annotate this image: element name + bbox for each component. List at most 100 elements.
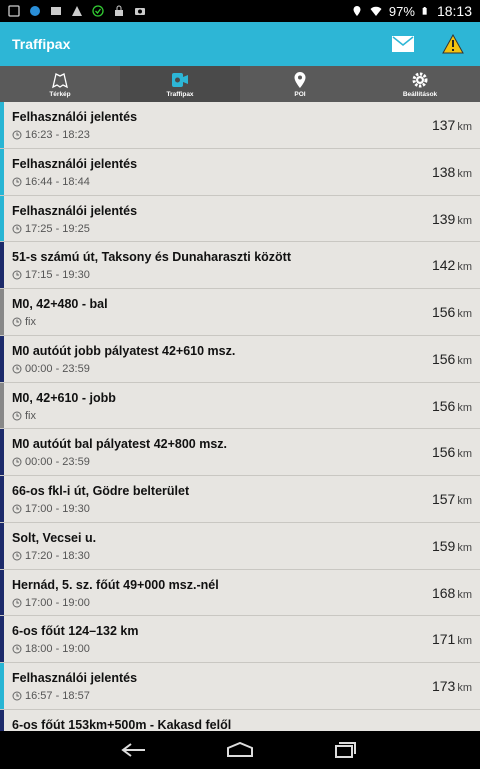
- map-icon: [52, 72, 68, 88]
- list-item[interactable]: 66-os fkl-i út, Gödre belterület 17:00 - …: [0, 476, 480, 523]
- item-title: 66-os fkl-i út, Gödre belterület: [12, 484, 190, 498]
- item-time-text: 17:25 - 19:25: [25, 222, 90, 235]
- list-item[interactable]: Hernád, 5. sz. főút 49+000 msz.-nél 17:00…: [0, 569, 480, 617]
- app-bar: Traffipax: [0, 22, 480, 66]
- list-item[interactable]: Felhasználói jelentés 17:25 - 19:25 139 km: [0, 195, 480, 243]
- distance-value: 173: [431, 678, 456, 694]
- clock-icon: [12, 457, 22, 467]
- category-color-bar: [0, 102, 4, 148]
- category-color-bar: [0, 335, 4, 382]
- item-time: 16:57 - 18:57: [12, 690, 90, 702]
- item-title: M0 autóút bal pályatest 42+800 msz.: [12, 437, 228, 452]
- item-time-text: 16:23 - 18:23: [25, 129, 90, 141]
- back-icon[interactable]: [121, 742, 151, 758]
- distance-unit: km: [457, 588, 472, 601]
- clock-icon: [12, 598, 22, 607]
- list-item[interactable]: M0 autóút bal pályatest 42+800 msz. 00:00…: [0, 429, 480, 476]
- item-time: 00:00 - 23:59: [12, 456, 90, 468]
- item-time-text: 16:44 - 18:44: [25, 175, 90, 188]
- category-color-bar: [0, 429, 4, 475]
- distance-unit: km: [457, 354, 472, 367]
- item-distance: 142 km: [432, 257, 472, 273]
- lock-icon: [115, 5, 123, 16]
- list-item[interactable]: 6-os főút 124–132 km 18:00 - 19:00 171 km: [0, 616, 480, 663]
- category-color-bar: [0, 148, 4, 195]
- location-icon: [353, 6, 361, 16]
- tab-settings[interactable]: Beállítások: [360, 66, 480, 102]
- clock-icon: [12, 270, 22, 280]
- tab-label: Traffipax: [166, 90, 194, 98]
- mail-icon[interactable]: [392, 36, 414, 52]
- item-time-text: fix: [25, 316, 36, 328]
- item-time: 16:44 - 18:44: [12, 176, 90, 188]
- item-distance: 171 km: [432, 631, 472, 647]
- distance-value: 171: [431, 631, 456, 648]
- app-title: Traffipax: [12, 36, 71, 52]
- clock-icon: [12, 224, 22, 233]
- distance-unit: km: [457, 308, 472, 320]
- item-time: 16:23 - 18:23: [12, 129, 90, 141]
- item-time: 17:20 - 18:30: [12, 550, 90, 562]
- tab-label: POI: [294, 90, 306, 98]
- category-color-bar: [0, 242, 4, 288]
- category-color-bar: [0, 663, 4, 709]
- item-time: 17:25 - 19:25: [12, 223, 90, 235]
- distance-unit: km: [457, 682, 472, 694]
- distance-unit: km: [457, 214, 472, 227]
- warning-icon: [72, 6, 82, 16]
- distance-unit: km: [457, 635, 472, 648]
- home-icon[interactable]: [225, 742, 255, 758]
- category-color-bar: [0, 569, 4, 616]
- item-title: M0, 42+480 - bal: [12, 297, 108, 311]
- speed-camera-icon: [172, 72, 188, 87]
- category-color-bar: [0, 476, 4, 522]
- tab-label: Beállítások: [402, 90, 438, 98]
- list-item[interactable]: Felhasználói jelentés 16:57 - 18:57 173 km: [0, 663, 480, 710]
- distance-value: 168: [431, 584, 456, 601]
- list-item[interactable]: M0 autóút jobb pályatest 42+610 msz. 00:0…: [0, 335, 480, 383]
- item-time: fix: [12, 316, 36, 328]
- recents-icon[interactable]: [329, 742, 359, 758]
- browser-icon: [30, 6, 40, 16]
- clock-icon: [12, 691, 22, 701]
- list-item[interactable]: M0, 42+610 - jobb fix 156 km: [0, 382, 480, 430]
- item-distance: 159 km: [432, 538, 472, 554]
- list-item[interactable]: Felhasználói jelentés 16:23 - 18:23 137 km: [0, 102, 480, 149]
- item-time-text: 17:15 - 19:30: [25, 269, 90, 282]
- list-item[interactable]: Felhasználói jelentés 16:44 - 18:44 138 km: [0, 148, 480, 196]
- list-item[interactable]: Solt, Vecsei u. 17:20 - 18:30 159 km: [0, 522, 480, 570]
- item-time-text: 18:00 - 19:00: [25, 643, 90, 656]
- item-time: 17:15 - 19:30: [12, 269, 90, 281]
- tab-traffipax[interactable]: Traffipax: [120, 66, 240, 102]
- item-title: 51-s számú út, Taksony és Dunaharaszti k…: [12, 250, 292, 265]
- item-time-text: fix: [25, 409, 36, 422]
- distance-value: 156: [431, 444, 456, 461]
- clock-icon: [12, 130, 22, 140]
- tab-poi[interactable]: POI: [240, 66, 360, 102]
- clock-icon: [12, 551, 22, 561]
- item-distance: 137 km: [432, 117, 472, 133]
- category-color-bar: [0, 709, 4, 731]
- tab-map[interactable]: Térkép: [0, 66, 120, 102]
- list-item[interactable]: 51-s számú út, Taksony és Dunaharaszti k…: [0, 242, 480, 289]
- notification-icon: [51, 7, 61, 15]
- list-item[interactable]: M0, 42+480 - bal fix 156 km: [0, 289, 480, 336]
- item-time-text: 17:00 - 19:30: [25, 503, 90, 515]
- item-time: 00:00 - 23:59: [12, 363, 90, 375]
- warning-icon[interactable]: [442, 34, 464, 54]
- item-time: fix: [12, 410, 36, 422]
- clock: 18:13: [436, 3, 472, 19]
- battery-level: 97%: [388, 3, 415, 19]
- item-title: M0, 42+610 - jobb: [12, 390, 116, 405]
- category-color-bar: [0, 616, 4, 662]
- notification-icon: [8, 5, 20, 17]
- clock-icon: [12, 317, 22, 327]
- list-item[interactable]: 6-os főút 153km+500m - Kakasd felől: [0, 709, 480, 731]
- distance-value: 137: [431, 117, 456, 133]
- distance-value: 142: [431, 257, 456, 274]
- item-distance: 156 km: [432, 398, 472, 414]
- clock-icon: [12, 177, 22, 187]
- item-title: M0 autóút jobb pályatest 42+610 msz.: [12, 343, 236, 358]
- distance-unit: km: [457, 167, 472, 180]
- distance-value: 156: [431, 350, 456, 367]
